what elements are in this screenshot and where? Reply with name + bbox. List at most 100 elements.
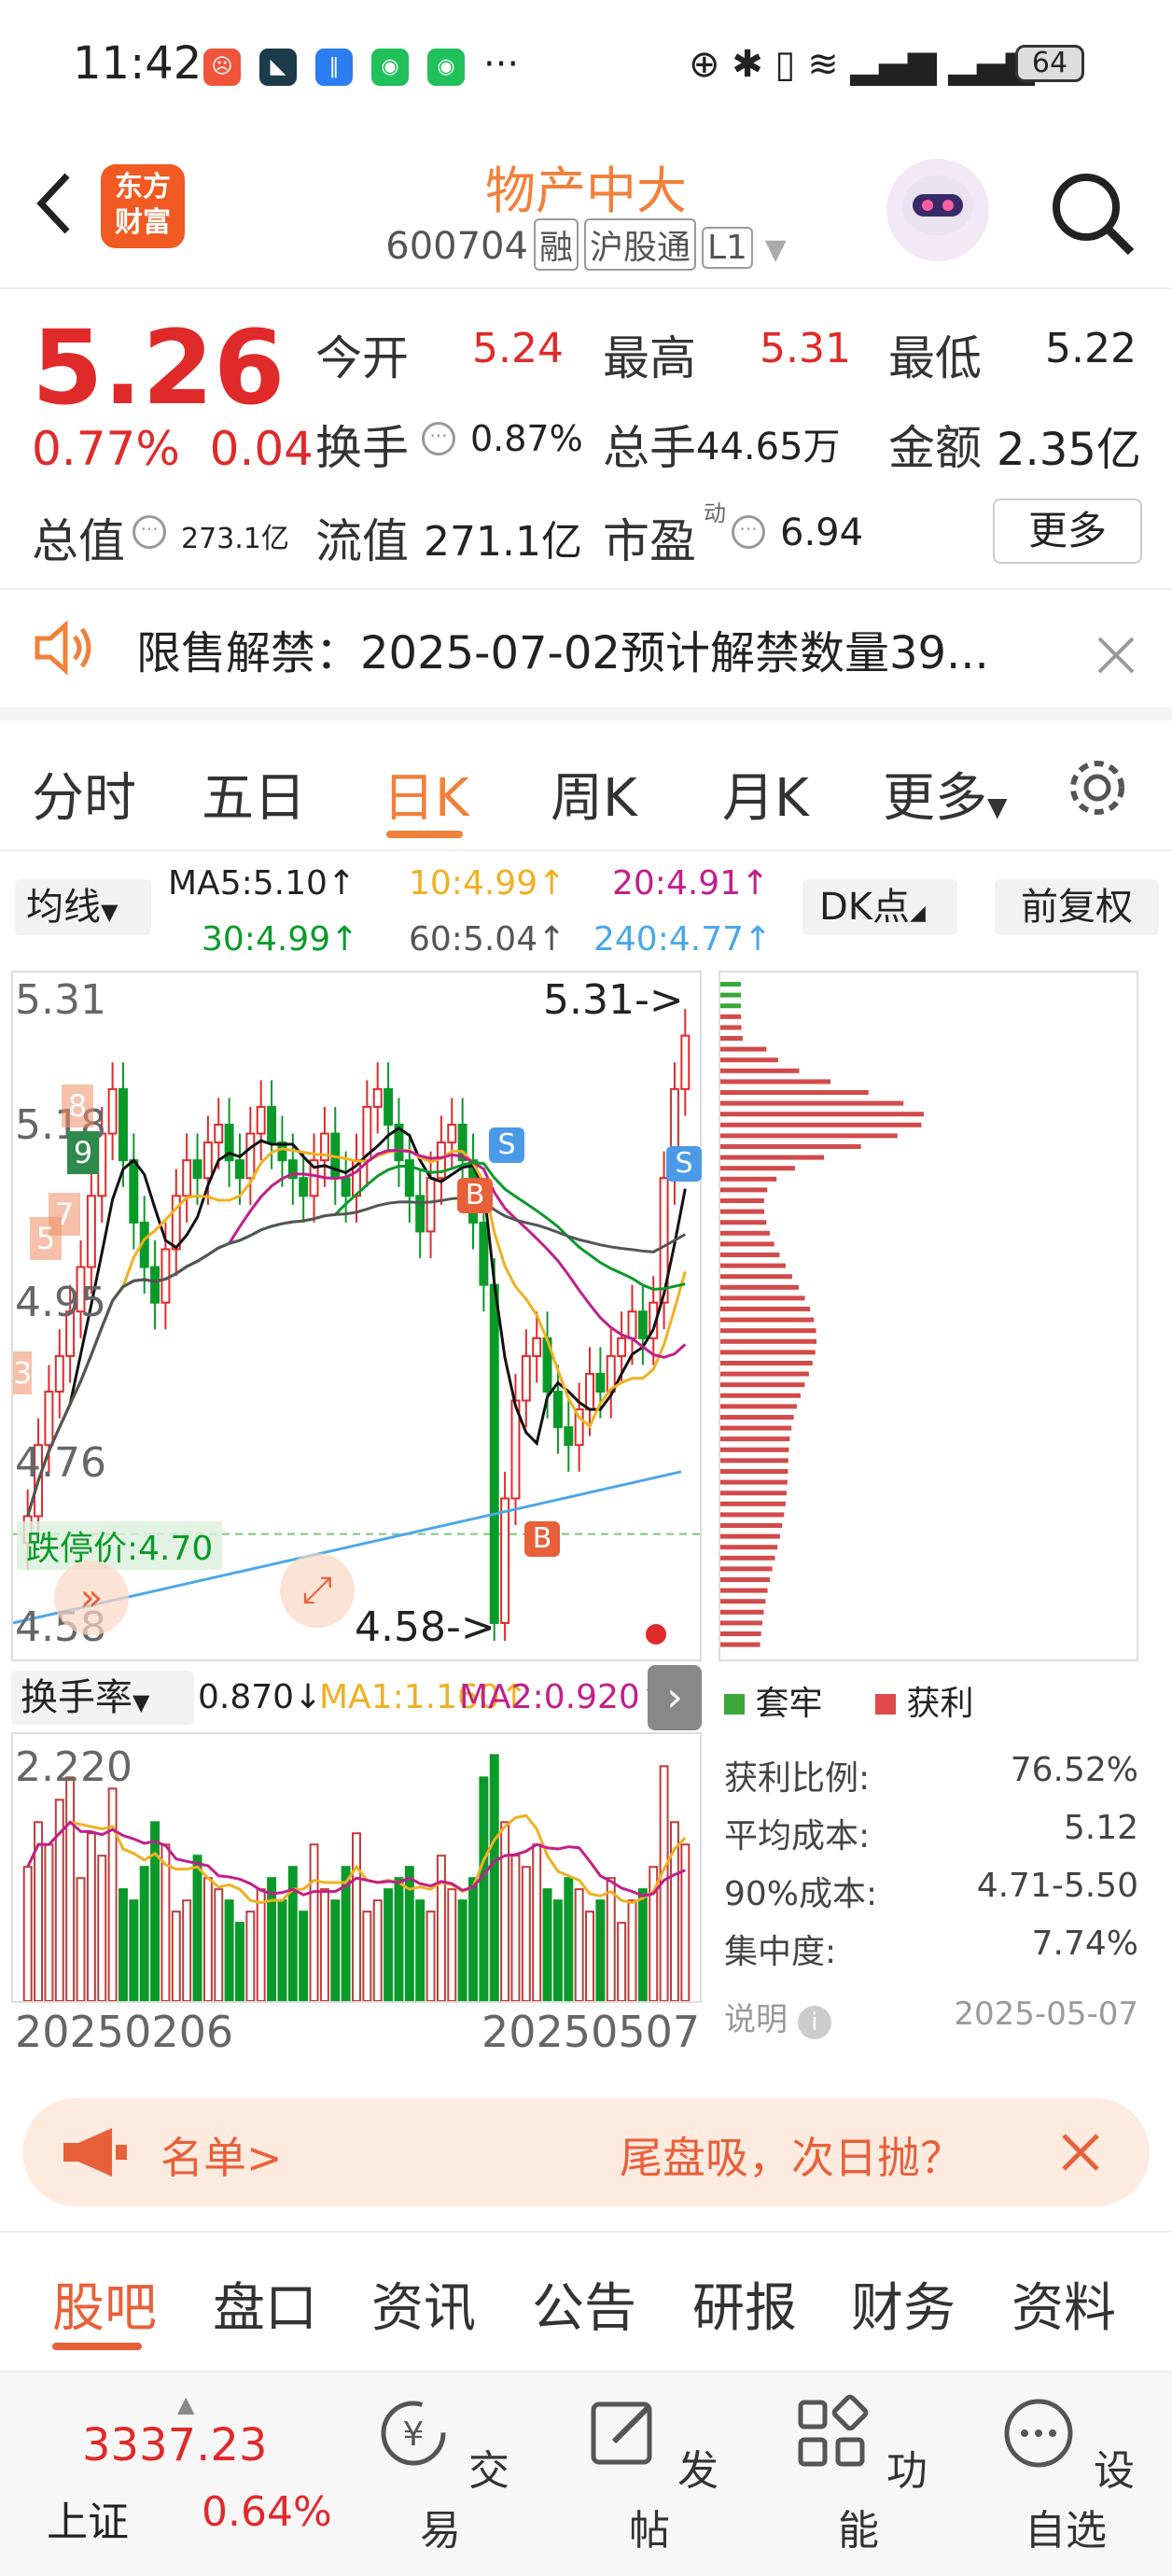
legend-profit: 获利 [875,1676,973,1725]
chip-bar [720,1491,788,1496]
turnover-bar [97,1855,107,2002]
chip-bar [720,1425,792,1431]
chip-bar [720,1361,813,1365]
ma240-value: 240:4.77↑ [593,920,773,959]
tab-more[interactable]: 更多▼ [883,756,1008,832]
high-label: 最高 [603,331,696,385]
index-ticker[interactable]: ▲ 3337.23 上证 0.64% [37,2391,355,2559]
ma-selector[interactable]: 均线▼ [15,879,151,935]
sell-marker[interactable]: S [489,1127,524,1163]
chip-distribution-svg [720,982,924,1647]
explain-link[interactable]: 说明 i [724,1994,831,2039]
caret-up-icon: ▲ [177,2391,195,2417]
turnover-bar [171,1911,181,2003]
sell-marker[interactable]: S [666,1146,702,1182]
chip-bar [720,1620,762,1626]
banner-right-text[interactable]: 尾盘吸，次日抛？ [620,2124,963,2186]
candle [118,1087,128,1162]
status-time: 11:42 [73,37,202,90]
tab-profile[interactable]: 资料 [1012,2266,1116,2342]
info-icon[interactable]: ··· [422,422,455,455]
chip-date: 2025-05-07 [954,1995,1138,2033]
dk-point-button[interactable]: DK点◢ [802,879,957,935]
indicator-selector[interactable]: 换手率▼ [11,1671,194,1725]
adjust-button[interactable]: 前复权 [995,879,1159,935]
tab-financials[interactable]: 财务 [851,2266,956,2342]
candle [521,1354,531,1402]
nav-post[interactable]: 发帖 [565,2391,733,2556]
buy-marker[interactable]: B [457,1178,493,1213]
mktcap-value: 273.1亿 [181,523,289,555]
nav-functions[interactable]: 功能 [774,2391,942,2556]
info-icon[interactable]: ··· [732,515,765,549]
candle [595,1372,606,1393]
battery-icon: 64 [1015,45,1084,82]
stock-code-row[interactable]: 600704 融沪股通 L1 ▼ [0,218,1172,271]
chip-bar [720,1577,771,1582]
promo-banner[interactable]: 名单> 尾盘吸，次日抛？ [22,2098,1150,2206]
turnover-bar [680,1843,691,2002]
turnover-value: 0.87% [470,418,583,459]
turnover-bar [532,1843,542,2002]
candle [129,1159,139,1224]
candlestick-chart[interactable]: 5.31 5.18 4.95 4.76 4.58 5.31-> 4.58-> 跌… [11,971,702,1661]
candle [54,1354,64,1393]
close-icon[interactable] [1060,2132,1101,2173]
chip-label: 90%成本: [724,1875,878,1913]
candle [107,1087,118,1135]
mktcap-label: 总值 [32,514,125,568]
nav-watchlist[interactable]: 设自选 [982,2391,1150,2556]
expand-sidebar-icon[interactable]: » [54,1561,129,1635]
chip-bar [720,1501,786,1506]
tab-research[interactable]: 研报 [692,2266,797,2342]
chip-bar [720,1599,766,1604]
turnover-legend: 换手率▼ 0.870↓ MA1:1.160↑ MA2:0.920↑ › [11,1665,702,1730]
search-icon[interactable] [1045,166,1138,259]
tab-news[interactable]: 资讯 [371,2266,476,2342]
tab-announcements[interactable]: 公告 [532,2266,636,2342]
chip-bar [720,1512,785,1518]
turnover-bar [256,1888,266,2002]
tab-daily-k[interactable]: 日K [383,756,469,832]
turnover-bar [214,1888,224,2002]
tab-weekly-k[interactable]: 周K [551,756,637,832]
chip-label: 平均成本: [724,1817,871,1855]
chip-bar [720,1631,761,1636]
chip-bar [720,992,742,998]
candle [202,1141,213,1180]
buy-marker[interactable]: B [524,1521,560,1557]
chip-bar [720,1014,742,1019]
turnover-bar [436,1855,446,2002]
info-icon[interactable]: ··· [133,515,166,549]
candle [372,1087,383,1108]
more-quote-button[interactable]: 更多 [993,498,1142,564]
turnover-bar [479,1776,489,2002]
settings-gear-icon[interactable] [1064,754,1131,821]
chevron-right-icon[interactable]: › [648,1665,702,1730]
turnover-chart[interactable]: 2.220 [11,1732,702,2003]
chip-bar [720,1609,764,1615]
assistant-avatar[interactable] [886,159,989,261]
y-label: 4.95 [15,1279,106,1326]
nav-trade[interactable]: ¥ 交易 [356,2391,524,2556]
turnover-bar [595,1899,606,2002]
turnover-current: 0.870↓ [198,1678,323,1716]
ma30-value: 30:4.99↑ [202,920,359,959]
fullscreen-icon[interactable]: ⤢ [280,1553,355,1628]
banner-left-text[interactable]: 名单> [160,2124,283,2186]
tab-5day[interactable]: 五日 [202,756,306,832]
tab-forum[interactable]: 股吧 [52,2266,157,2342]
turnover-bar [150,1821,160,2003]
index-value: 3337.23 [82,2419,268,2471]
tab-orderbook[interactable]: 盘口 [213,2266,317,2342]
change-amount: 0.04 [209,422,314,476]
close-icon[interactable] [1095,635,1137,676]
tab-intraday[interactable]: 分时 [32,756,136,832]
chip-distribution[interactable] [719,971,1138,1661]
turnover-bar [245,1911,256,2003]
notice-bar[interactable]: 限售解禁：2025-07-02预计解禁数量39... [0,592,1172,721]
turnover-bar [415,1899,426,2002]
tab-monthly-k[interactable]: 月K [722,756,809,832]
volume-label: 总手 [603,421,696,475]
turnover-bar [182,1899,192,2002]
